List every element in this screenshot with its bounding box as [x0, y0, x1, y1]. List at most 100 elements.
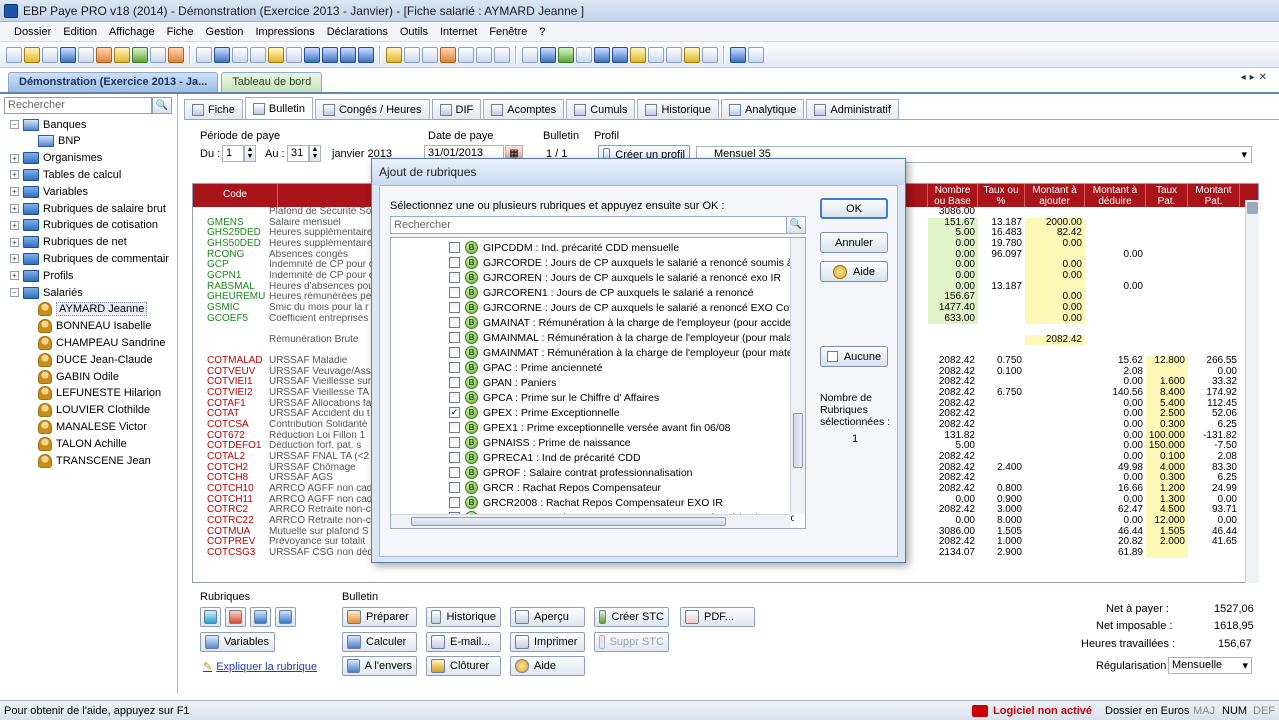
document-icon[interactable] [522, 46, 538, 63]
tab-demonstration[interactable]: Démonstration (Exercice 2013 - Ja... [8, 72, 219, 92]
first-record-icon[interactable] [304, 46, 320, 63]
du-spinner[interactable]: ▲ ▼ [244, 145, 256, 162]
expand-icon[interactable]: + [10, 271, 19, 281]
tree-item[interactable]: AYMARD Jeanne [38, 301, 148, 318]
move-up-button[interactable] [250, 607, 271, 627]
rubrique-checkbox[interactable] [449, 437, 460, 448]
menu-fiche[interactable]: Fiche [161, 26, 200, 38]
menu-affichage[interactable]: Affichage [103, 26, 161, 38]
menu-fenetre[interactable]: Fenêtre [483, 26, 533, 38]
wizard-icon[interactable] [494, 46, 510, 63]
tab-administratif[interactable]: Administratif [806, 99, 899, 119]
rubrique-list-item[interactable]: B GJRCORNE : Jours de CP auxquels le sala… [449, 300, 794, 315]
search-icon[interactable]: 🔍 [152, 97, 172, 114]
tree-item[interactable]: LEFUNESTE Hilarion [38, 385, 161, 402]
creer-stc-button[interactable]: Créer STC [594, 607, 669, 627]
historique-button[interactable]: Historique [426, 607, 501, 627]
tree-item[interactable]: + Rubriques de commentair [10, 250, 169, 267]
expand-icon[interactable]: + [10, 204, 19, 213]
aide-button[interactable]: Aide [510, 656, 585, 676]
copy-icon[interactable] [78, 46, 94, 63]
tree-item[interactable]: − Banques [10, 116, 86, 133]
tree-item[interactable]: + Organismes [10, 150, 102, 167]
menu-dossier[interactable]: Dossier [8, 26, 57, 38]
menu-gestion[interactable]: Gestion [200, 26, 250, 38]
grid-icon[interactable] [214, 46, 230, 63]
scroll-thumb[interactable] [793, 413, 803, 468]
grid-scrollbar[interactable] [1245, 200, 1259, 583]
tree-item[interactable]: + Rubriques de net [10, 234, 127, 251]
menu-edition[interactable]: Edition [57, 26, 103, 38]
navigation-search-input[interactable]: Rechercher [4, 97, 152, 114]
find-icon[interactable] [268, 46, 284, 63]
rubrique-checkbox[interactable] [449, 377, 460, 388]
employee-icon[interactable] [386, 46, 402, 63]
rubrique-checkbox[interactable] [449, 392, 460, 403]
au-spinner[interactable]: ▲ ▼ [309, 145, 321, 162]
rubrique-list-item[interactable]: B GPAN : Paniers [449, 375, 794, 390]
zoom-icon[interactable] [286, 46, 302, 63]
tab-nav-arrows[interactable]: ◂▸✕ [1241, 72, 1271, 83]
rubrique-list-item[interactable]: B GMAINAT : Rémunération à la charge de l… [449, 315, 794, 330]
import-icon[interactable] [576, 46, 592, 63]
list-icon[interactable] [196, 46, 212, 63]
rubrique-list-item[interactable]: B GMAINMAL : Rémunération à la charge de … [449, 330, 794, 345]
undo-icon[interactable] [132, 46, 148, 63]
previous-record-icon[interactable] [322, 46, 338, 63]
expand-icon[interactable]: + [10, 254, 19, 264]
new-icon[interactable] [6, 46, 22, 63]
report-icon[interactable] [540, 46, 556, 63]
menu-declarations[interactable]: Déclarations [321, 26, 394, 38]
rubrique-checkbox[interactable] [449, 362, 460, 373]
next-record-icon[interactable] [340, 46, 356, 63]
apercu-button[interactable]: Aperçu [510, 607, 585, 627]
transfer-icon[interactable] [684, 46, 700, 63]
tab-bulletin[interactable]: Bulletin [244, 97, 313, 119]
collapse-icon[interactable]: − [10, 288, 19, 297]
rubrique-checkbox[interactable] [449, 302, 460, 313]
save-icon[interactable] [60, 46, 76, 63]
rubrique-checkbox[interactable] [449, 497, 460, 508]
rubrique-list-item[interactable]: B GMAINMAT : Rémunération à la charge de … [449, 345, 794, 360]
filter-icon[interactable] [232, 46, 248, 63]
tab-tableau-de-bord[interactable]: Tableau de bord [221, 72, 323, 92]
delete-icon[interactable] [168, 46, 184, 63]
rubrique-checkbox[interactable] [449, 422, 460, 433]
search-icon[interactable]: 🔍 [786, 216, 806, 234]
rubrique-checkbox[interactable] [449, 482, 460, 493]
tree-item[interactable]: GABIN Odile [38, 368, 119, 385]
rubrique-list-item[interactable]: B GPNAISS : Prime de naissance [449, 435, 794, 450]
tools-icon[interactable] [476, 46, 492, 63]
au-field[interactable]: 31 [287, 145, 309, 162]
expliquer-rubrique-link[interactable]: ✎ Expliquer la rubrique [203, 660, 317, 673]
sort-icon[interactable] [250, 46, 266, 63]
expand-icon[interactable]: + [10, 153, 19, 163]
tree-item[interactable]: + Rubriques de cotisation [10, 217, 158, 234]
imprimer-button[interactable]: Imprimer [510, 632, 585, 652]
tab-acomptes[interactable]: Acomptes [483, 99, 565, 119]
rubrique-checkbox[interactable] [449, 452, 460, 463]
email-button[interactable]: E-mail... [426, 632, 501, 652]
rubrique-list-item[interactable]: B GPROF : Salaire contrat professionnalis… [449, 465, 794, 480]
add-rubrique-button[interactable] [200, 607, 221, 627]
bank-icon[interactable] [666, 46, 682, 63]
tab-conges-heures[interactable]: Congés / Heures [314, 99, 430, 119]
mail-icon[interactable] [702, 46, 718, 63]
tree-item[interactable]: + Rubriques de salaire brut [10, 200, 166, 217]
rubrique-checkbox[interactable] [449, 332, 460, 343]
rubrique-list-item[interactable]: B GRCR : Rachat Repos Compensateur [449, 480, 794, 495]
tree-item[interactable]: − Salariés [10, 284, 83, 301]
calculator-icon[interactable] [612, 46, 628, 63]
tree-item[interactable]: BNP [38, 133, 81, 150]
rubrique-list-item[interactable]: B GJRCOREN : Jours de CP auxquels le sala… [449, 270, 794, 285]
calculer-button[interactable]: Calculer [342, 632, 417, 652]
rubrique-list-item[interactable]: B GPRECA1 : Ind de précarité CDD [449, 450, 794, 465]
aucune-button[interactable]: Aucune [820, 346, 888, 367]
scroll-thumb[interactable] [411, 517, 726, 526]
du-field[interactable]: 1 [222, 145, 244, 162]
tree-item[interactable]: MANALESE Victor [38, 418, 147, 435]
cloturer-button[interactable]: Clôturer [426, 656, 501, 676]
remove-rubrique-button[interactable] [225, 607, 246, 627]
help-icon[interactable] [748, 46, 764, 63]
archive-icon[interactable] [648, 46, 664, 63]
